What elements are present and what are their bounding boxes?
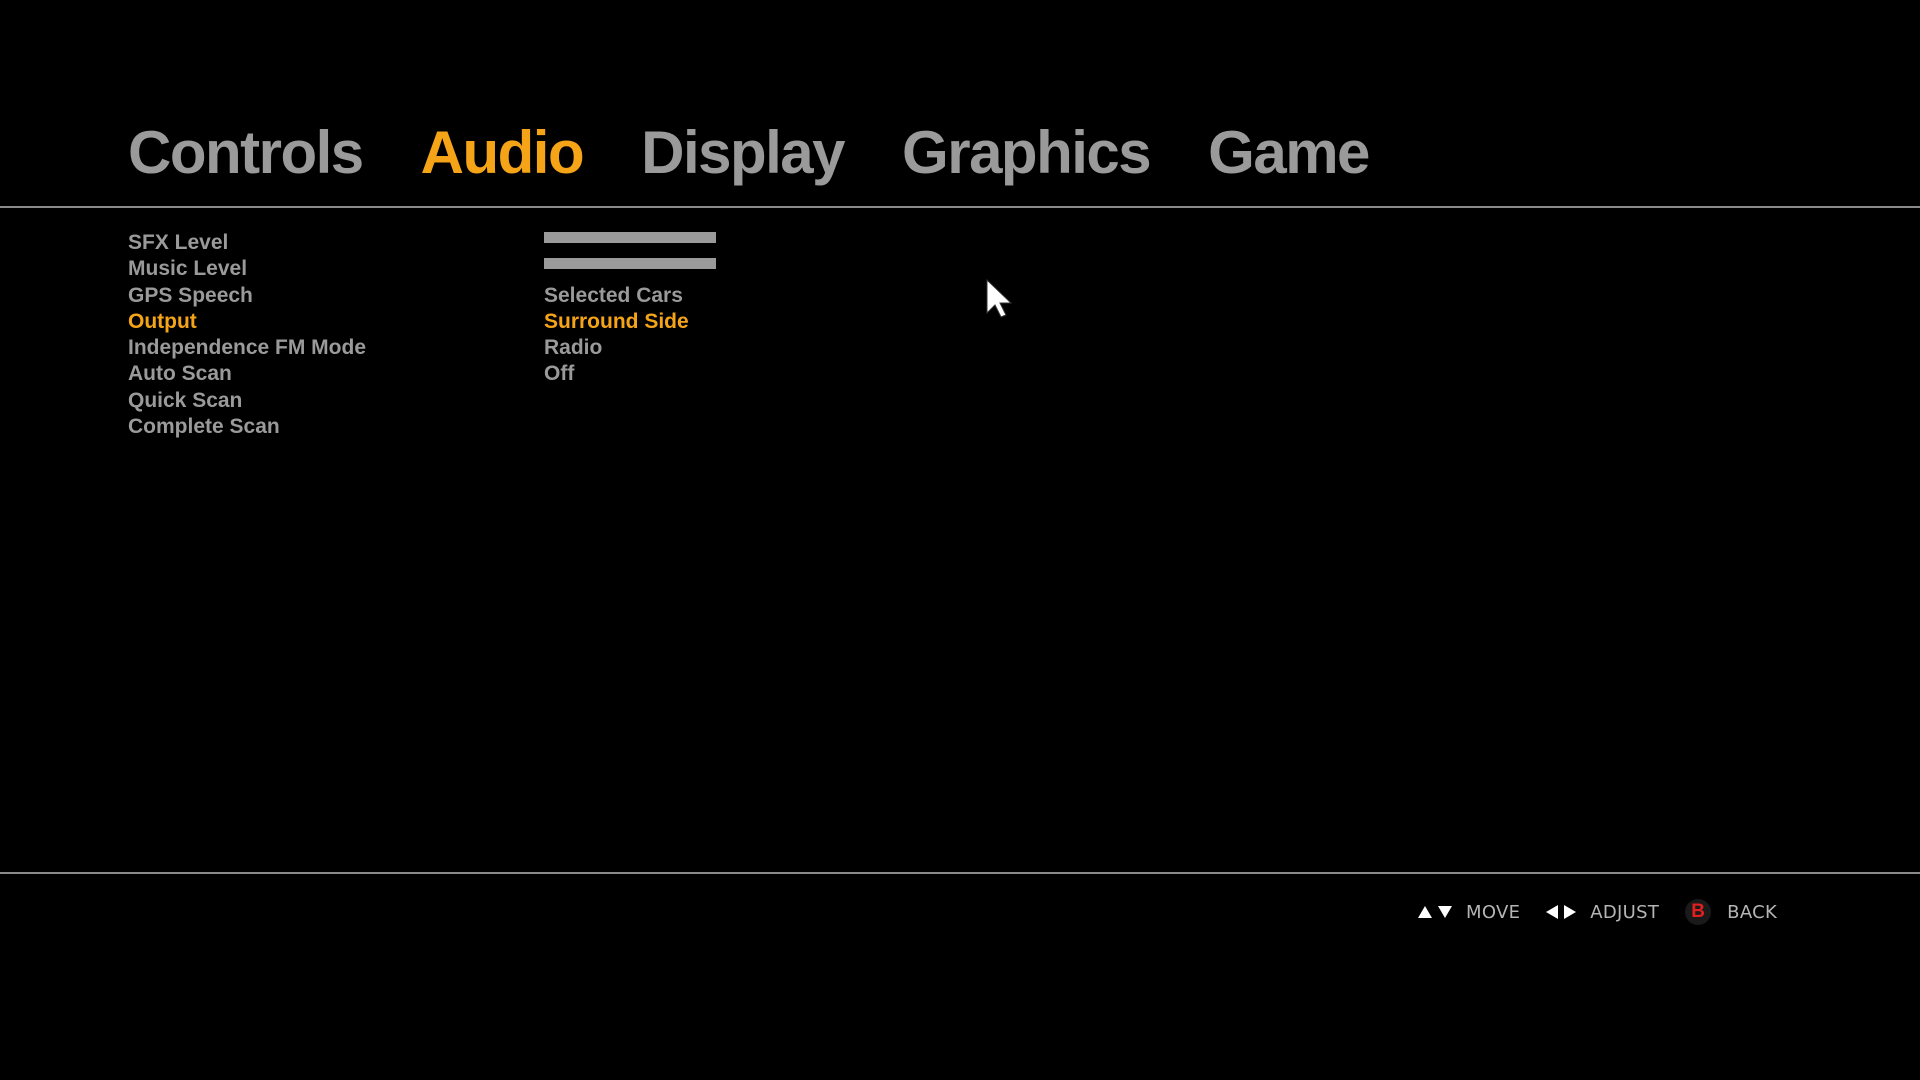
hint-move: MOVE [1418,902,1520,923]
tab-audio[interactable]: Audio [421,118,585,188]
move-arrows [1418,906,1452,918]
music-level-slider-fill [544,258,716,270]
setting-sfx-level[interactable]: SFX Level [128,230,366,256]
sfx-level-slider[interactable] [544,230,716,256]
setting-auto-scan[interactable]: Auto Scan [128,361,366,387]
hint-adjust-label: ADJUST [1590,901,1660,923]
value-gps-speech[interactable]: Selected Cars [544,283,689,309]
hint-back-label: BACK [1727,901,1778,923]
setting-independence-fm-mode[interactable]: Independence FM Mode [128,335,366,361]
value-auto-scan[interactable]: Off [544,361,689,387]
setting-output[interactable]: Output [128,309,366,335]
tab-game[interactable]: Game [1208,118,1370,188]
settings-labels: SFX Level Music Level GPS Speech Output … [128,230,366,440]
hint-back[interactable]: B BACK [1685,899,1777,925]
settings-values: Selected Cars Surround Side Radio Off [544,230,716,388]
value-output[interactable]: Surround Side [544,309,689,335]
mouse-pointer-icon [986,279,1012,318]
tab-display[interactable]: Display [641,118,845,188]
setting-music-level[interactable]: Music Level [128,256,366,282]
triangle-down-icon [1438,906,1452,918]
tab-bar: Controls Audio Display Graphics Game [128,118,1427,188]
music-level-slider[interactable] [544,256,716,282]
setting-gps-speech[interactable]: GPS Speech [128,283,366,309]
hint-adjust: ADJUST [1546,902,1659,923]
footer-divider [0,872,1920,874]
setting-complete-scan[interactable]: Complete Scan [128,414,366,440]
settings-screen: Controls Audio Display Graphics Game SFX… [0,0,1920,1080]
control-hints: MOVE ADJUST B BACK [1418,897,1777,927]
tab-graphics[interactable]: Graphics [902,118,1152,188]
tab-controls[interactable]: Controls [128,118,364,188]
setting-quick-scan[interactable]: Quick Scan [128,388,366,414]
triangle-right-icon [1564,905,1577,919]
triangle-up-icon [1418,906,1432,918]
value-independence-fm-mode[interactable]: Radio [544,335,689,361]
adjust-arrows [1546,905,1577,919]
triangle-left-icon [1546,905,1559,919]
hint-move-label: MOVE [1466,901,1521,923]
sfx-level-slider-fill [544,232,716,243]
b-button-icon: B [1685,899,1712,925]
header-divider [0,206,1920,208]
